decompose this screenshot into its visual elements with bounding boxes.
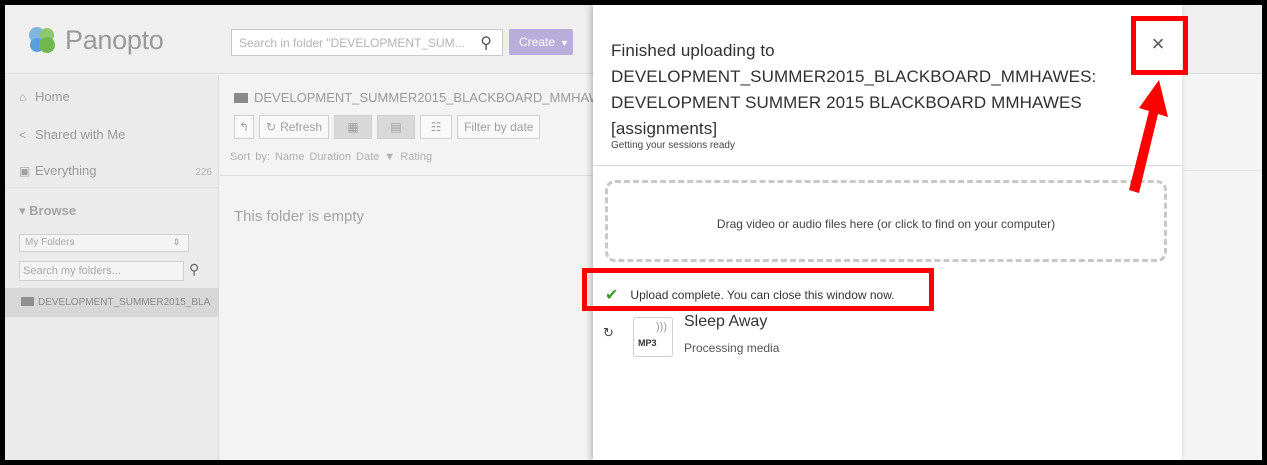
main-content: DEVELOPMENT_SUMMER2015_BLACKBOARD_MMHAWE… bbox=[220, 75, 618, 460]
divider bbox=[593, 165, 1182, 166]
up-folder-button[interactable]: ↰ bbox=[234, 115, 254, 139]
folder-icon bbox=[234, 93, 248, 103]
toolbar: ↰ ↻ Refresh ▦ ▤ ☷ Filter by date bbox=[234, 115, 541, 139]
sidebar-item-label: Home bbox=[35, 89, 70, 104]
refresh-icon: ↻ bbox=[266, 120, 277, 134]
empty-folder-message: This folder is empty bbox=[234, 208, 365, 225]
search-folders-input[interactable]: Search my folders... bbox=[19, 261, 184, 281]
folder-path-text: DEVELOPMENT_SUMMER2015_BLACKBOARD_MMHAWE… bbox=[254, 90, 619, 105]
processing-spinner-icon: ↻ bbox=[603, 325, 614, 340]
my-folders-select[interactable]: My Folders ⇕ bbox=[19, 234, 189, 252]
filter-by-date-button[interactable]: Filter by date bbox=[457, 115, 541, 139]
app-window: Panopto Search in folder "DEVELOPMENT_SU… bbox=[5, 5, 1262, 460]
dialog-title-line: DEVELOPMENT_SUMMER2015_BLACKBOARD_MMHAWE… bbox=[611, 67, 1097, 86]
caret-down-icon: ▾ bbox=[19, 203, 30, 218]
select-arrows-icon: ⇕ bbox=[172, 237, 180, 247]
browse-label: Browse bbox=[29, 203, 77, 218]
mp3-file-icon: ))) MP3 bbox=[633, 317, 673, 357]
sort-name[interactable]: Name bbox=[275, 151, 304, 163]
folder-search-input[interactable]: Search in folder "DEVELOPMENT_SUM... ⚲ bbox=[231, 29, 503, 56]
sort-label: Sort by: bbox=[230, 151, 270, 163]
share-icon: < bbox=[19, 127, 27, 142]
detail-view-icon: ▤ bbox=[390, 120, 402, 134]
dialog-title: Finished uploading to DEVELOPMENT_SUMMER… bbox=[611, 38, 1131, 142]
view-list-button[interactable]: ☷ bbox=[420, 115, 453, 139]
sidebar-item-shared[interactable]: < Shared with Me bbox=[19, 127, 125, 142]
create-label: Create bbox=[519, 35, 556, 49]
search-icon[interactable]: ⚲ bbox=[480, 33, 492, 53]
uploaded-file-item: ↻ ))) MP3 Sleep Away Processing media bbox=[603, 310, 1003, 360]
divider bbox=[1182, 170, 1262, 171]
filter-label: Filter by date bbox=[464, 120, 534, 134]
folder-label: DEVELOPMENT_SUMMER2015_BLA bbox=[38, 297, 211, 308]
folder-tree-item[interactable]: DEVELOPMENT_SUMMER2015_BLA bbox=[5, 288, 219, 317]
divider bbox=[5, 187, 219, 188]
sidebar-item-everything[interactable]: ▣ Everything bbox=[19, 163, 96, 178]
panopto-logo-icon bbox=[29, 27, 55, 53]
search-folders-placeholder: Search my folders... bbox=[23, 265, 121, 277]
sound-waves-icon: ))) bbox=[656, 321, 667, 333]
refresh-button[interactable]: ↻ Refresh bbox=[259, 115, 330, 139]
divider bbox=[220, 175, 593, 176]
sidebar-item-label: Shared with Me bbox=[35, 127, 126, 142]
list-view-icon: ☷ bbox=[430, 120, 442, 134]
upload-dialog: Finished uploading to DEVELOPMENT_SUMMER… bbox=[593, 5, 1182, 460]
folder-icon bbox=[21, 297, 34, 306]
search-icon[interactable]: ⚲ bbox=[189, 261, 199, 278]
background-header bbox=[1182, 5, 1262, 74]
up-arrow-icon: ↰ bbox=[238, 120, 250, 134]
sidebar-item-label: Everything bbox=[35, 163, 97, 178]
dialog-title-line: DEVELOPMENT SUMMER 2015 BLACKBOARD MMHAW… bbox=[611, 93, 1082, 112]
grid-icon: ▦ bbox=[347, 120, 359, 134]
view-grid-button[interactable]: ▦ bbox=[334, 115, 373, 139]
logo-text: Panopto bbox=[65, 24, 164, 55]
panopto-logo[interactable]: Panopto bbox=[25, 23, 164, 57]
sort-bar: Sort by: Name Duration Date ▼ Rating bbox=[230, 151, 432, 163]
create-button[interactable]: Create ▼ bbox=[509, 29, 573, 55]
sort-duration[interactable]: Duration bbox=[309, 151, 351, 163]
refresh-label: Refresh bbox=[280, 120, 323, 134]
home-icon: ⌂ bbox=[19, 89, 27, 104]
drop-zone-text: Drag video or audio files here (or click… bbox=[716, 217, 1056, 231]
annotation-arrow bbox=[1129, 80, 1168, 193]
browse-toggle[interactable]: ▾ Browse bbox=[19, 203, 76, 219]
file-name: Sleep Away bbox=[684, 313, 768, 330]
folder-path: DEVELOPMENT_SUMMER2015_BLACKBOARD_MMHAWE… bbox=[234, 90, 618, 105]
search-placeholder: Search in folder "DEVELOPMENT_SUM... bbox=[239, 36, 465, 50]
file-drop-zone[interactable]: Drag video or audio files here (or click… bbox=[605, 180, 1167, 262]
sort-date[interactable]: Date ▼ bbox=[356, 151, 395, 163]
annotation-highlight-status bbox=[582, 268, 934, 311]
dialog-title-line: Finished uploading to bbox=[611, 41, 775, 60]
my-folders-value: My Folders bbox=[25, 237, 75, 248]
sidebar: ⌂ Home < Shared with Me ▣ Everything 226… bbox=[5, 75, 219, 460]
everything-icon: ▣ bbox=[19, 163, 31, 178]
annotation-highlight-close bbox=[1131, 16, 1188, 75]
everything-count: 226 bbox=[195, 167, 212, 178]
file-status: Processing media bbox=[684, 341, 780, 355]
dialog-title-line: [assignments] bbox=[611, 119, 718, 138]
background-right bbox=[1182, 5, 1262, 460]
file-type-label: MP3 bbox=[638, 338, 657, 348]
sort-rating[interactable]: Rating bbox=[400, 151, 432, 163]
chevron-down-icon: ▼ bbox=[560, 38, 569, 48]
dialog-subtitle: Getting your sessions ready bbox=[611, 140, 735, 151]
view-detail-button[interactable]: ▤ bbox=[377, 115, 416, 139]
sidebar-item-home[interactable]: ⌂ Home bbox=[19, 89, 70, 104]
